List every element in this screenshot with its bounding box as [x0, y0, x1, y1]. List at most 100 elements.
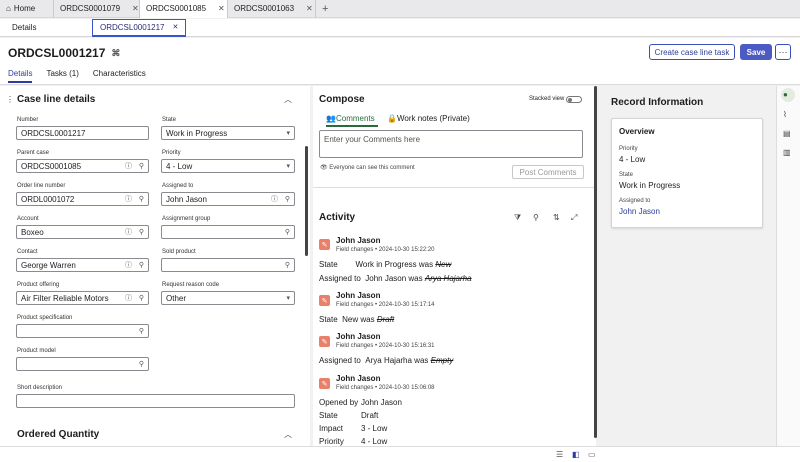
- parent-case-field[interactable]: ORDCS0001085 ⓘ ⚲: [16, 159, 149, 173]
- document-icon[interactable]: ▤: [783, 129, 791, 138]
- state-select[interactable]: Work in Progress ▾: [161, 126, 295, 140]
- record-tab-bar: Details ORDCSL0001217 ✕: [0, 18, 800, 37]
- product-offering-field[interactable]: Air Filter Reliable Motors ⓘ ⚲: [16, 291, 149, 305]
- activity-meta: Field changes • 2024-10-30 15:17:14: [336, 302, 435, 308]
- list-layout-icon[interactable]: ☰: [556, 450, 563, 459]
- assigned-to-link[interactable]: John Jason: [619, 207, 660, 216]
- priority-label: Priority: [619, 146, 638, 152]
- close-icon[interactable]: ✕: [132, 4, 139, 13]
- info-icon[interactable]: ⓘ: [125, 293, 132, 303]
- dropdown-caret-icon: ▾: [286, 295, 290, 302]
- order-line-label: Order line number: [17, 183, 66, 189]
- tab-comments[interactable]: 👥Comments: [326, 114, 378, 127]
- pencil-icon: ✎: [319, 295, 330, 306]
- compose-section: Compose Stacked view 👥Comments 🔒Work not…: [313, 86, 596, 188]
- create-case-line-task-button[interactable]: Create case line task: [649, 44, 735, 60]
- order-line-field[interactable]: ORDL0001072 ⓘ ⚲: [16, 192, 149, 206]
- layout-toolbar: ☰ ◧ ▭: [0, 446, 800, 462]
- scrollbar[interactable]: [305, 146, 308, 256]
- search-icon[interactable]: ⚲: [139, 228, 144, 236]
- split-layout-icon[interactable]: ◧: [572, 450, 580, 459]
- request-reason-select[interactable]: Other ▾: [161, 291, 295, 305]
- product-model-label: Product model: [17, 348, 56, 354]
- single-layout-icon[interactable]: ▭: [588, 450, 596, 459]
- search-icon[interactable]: ⚲: [139, 360, 144, 368]
- search-icon[interactable]: ⚲: [533, 213, 539, 222]
- save-button[interactable]: Save: [740, 44, 772, 60]
- search-icon[interactable]: ⚲: [139, 162, 144, 170]
- record-info-panel: Record Information Overview Priority 4 -…: [598, 86, 775, 446]
- activity-meta: Field changes • 2024-10-30 15:22:20: [336, 247, 435, 253]
- search-icon[interactable]: ⚲: [139, 294, 144, 302]
- record-header: ORDCSL0001217 ⌘ Create case line task Sav…: [0, 38, 800, 85]
- subtab-details[interactable]: Details: [0, 19, 92, 37]
- tab-characteristics[interactable]: Characteristics: [93, 69, 146, 83]
- info-icon[interactable]: ⓘ: [125, 260, 132, 270]
- activity-author: John Jason: [336, 291, 381, 300]
- assignment-group-field[interactable]: ⚲: [161, 225, 295, 239]
- expand-icon[interactable]: ⤢: [571, 213, 577, 223]
- info-icon[interactable]: ⓘ: [125, 194, 132, 204]
- tab-ordcs0001063[interactable]: ORDCS0001063 ✕: [228, 0, 316, 18]
- activity-change: State Work in Progress was New: [319, 260, 452, 269]
- book-icon[interactable]: ▥: [783, 148, 791, 157]
- account-label: Account: [17, 216, 39, 222]
- case-line-details-panel: ⋮ Case line details ︿ Number ORDCSL00012…: [0, 86, 310, 446]
- priority-select[interactable]: 4 - Low ▾: [161, 159, 295, 173]
- info-icon[interactable]: ⓘ: [271, 194, 278, 204]
- number-field[interactable]: ORDCSL0001217: [16, 126, 149, 140]
- activity-change: State New was Draft: [319, 315, 395, 324]
- drag-handle-icon[interactable]: ⋮: [6, 95, 14, 104]
- tab-tasks[interactable]: Tasks (1): [46, 69, 78, 83]
- filter-icon[interactable]: ⧩: [514, 213, 521, 223]
- scrollbar[interactable]: [594, 86, 597, 438]
- tab-ordcs0001085[interactable]: ORDCS0001085 ✕: [140, 0, 228, 18]
- tab-details[interactable]: Details: [8, 69, 33, 83]
- home-icon: ⌂: [6, 4, 11, 13]
- more-options-button[interactable]: ···: [775, 44, 791, 60]
- close-icon[interactable]: ✕: [218, 4, 225, 13]
- product-spec-field[interactable]: ⚲: [16, 324, 149, 338]
- sold-product-label: Sold product: [162, 249, 196, 255]
- activity-change: Assigned to John Jason was Arya Hajarha: [319, 274, 472, 283]
- post-comments-button[interactable]: Post Comments: [512, 165, 584, 179]
- attachment-icon[interactable]: ⌇: [783, 110, 787, 119]
- tab-home[interactable]: ⌂ Home: [0, 0, 54, 18]
- search-icon[interactable]: ⚲: [139, 195, 144, 203]
- tab-ordcs0001079[interactable]: ORDCS0001079 ✕: [54, 0, 140, 18]
- product-offering-label: Product offering: [17, 282, 60, 288]
- product-spec-label: Product specification: [17, 315, 73, 321]
- account-field[interactable]: Boxeo ⓘ ⚲: [16, 225, 149, 239]
- search-icon[interactable]: ⚲: [285, 195, 290, 203]
- stacked-view-toggle[interactable]: [566, 96, 582, 103]
- priority-label: Priority: [162, 150, 181, 156]
- chevron-up-icon[interactable]: ︿: [284, 429, 292, 440]
- tab-work-notes[interactable]: 🔒Work notes (Private): [387, 114, 470, 123]
- close-icon[interactable]: ✕: [172, 23, 178, 31]
- new-tab-icon[interactable]: +: [322, 3, 328, 15]
- state-label: State: [162, 117, 177, 123]
- sold-product-field[interactable]: ⚲: [161, 258, 295, 272]
- sort-icon[interactable]: ⇅: [553, 213, 560, 222]
- search-icon[interactable]: ⚲: [285, 261, 290, 269]
- search-icon[interactable]: ⚲: [139, 261, 144, 269]
- info-circle-icon[interactable]: ●: [783, 90, 788, 99]
- compose-title: Compose: [319, 94, 365, 105]
- chevron-up-icon[interactable]: ︿: [284, 94, 292, 105]
- search-icon[interactable]: ⚲: [285, 228, 290, 236]
- contact-field[interactable]: George Warren ⓘ ⚲: [16, 258, 149, 272]
- pencil-icon: ✎: [319, 336, 330, 347]
- pencil-icon: ✎: [319, 378, 330, 389]
- activity-title: Activity: [319, 212, 356, 223]
- subtab-ordcsl0001217[interactable]: ORDCSL0001217 ✕: [92, 18, 187, 37]
- info-icon[interactable]: ⓘ: [125, 161, 132, 171]
- tag-icon[interactable]: ⌘: [111, 48, 120, 59]
- search-icon[interactable]: ⚲: [139, 327, 144, 335]
- short-description-field[interactable]: [16, 394, 295, 408]
- close-icon[interactable]: ✕: [306, 4, 313, 13]
- people-icon: 👥: [326, 114, 336, 123]
- product-model-field[interactable]: ⚲: [16, 357, 149, 371]
- assigned-to-field[interactable]: John Jason ⓘ ⚲: [161, 192, 295, 206]
- comments-textarea[interactable]: Enter your Comments here: [319, 130, 583, 158]
- info-icon[interactable]: ⓘ: [125, 227, 132, 237]
